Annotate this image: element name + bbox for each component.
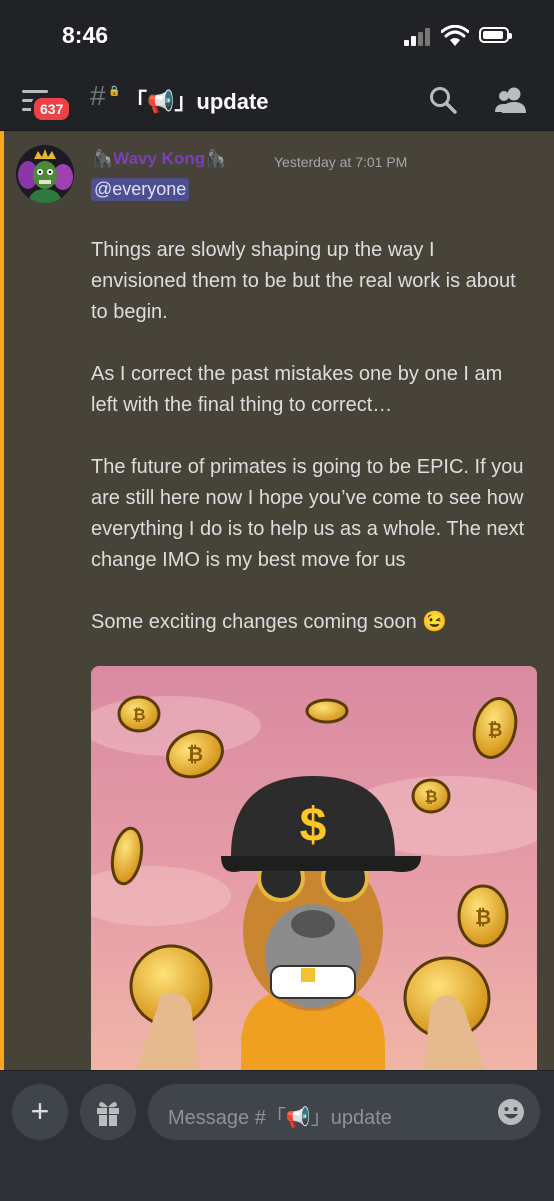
svg-text:₿: ₿	[187, 744, 203, 766]
paragraph: The future of primates is going to be EP…	[91, 456, 525, 571]
message-timestamp: Yesterday at 7:01 PM	[274, 154, 408, 170]
search-icon[interactable]	[428, 85, 458, 115]
gift-icon[interactable]	[80, 1084, 136, 1140]
paragraph: As I correct the past mistakes one by on…	[91, 363, 503, 416]
message-placeholder: Message #「📢」update	[168, 1107, 392, 1129]
cap-dollar-sign: $	[300, 799, 327, 852]
cellular-signal-icon	[404, 28, 434, 46]
paragraph: Some exciting changes coming soon 😉	[91, 611, 448, 633]
author-avatar[interactable]	[16, 145, 74, 203]
members-icon[interactable]	[494, 84, 528, 116]
svg-text:₿: ₿	[132, 706, 145, 724]
author-name[interactable]: 🦍Wavy Kong🦍	[92, 149, 226, 169]
paragraph: Things are slowly shaping up the way I e…	[91, 239, 516, 323]
everyone-mention[interactable]: @everyone	[91, 178, 190, 201]
svg-text:₿: ₿	[475, 907, 491, 929]
channel-title[interactable]: 「📢」update	[125, 84, 269, 116]
lock-icon: 🔒	[108, 86, 121, 97]
svg-text:₿: ₿	[488, 720, 503, 740]
message-body: Things are slowly shaping up the way I e…	[91, 235, 531, 669]
plus-icon[interactable]: +	[12, 1084, 68, 1140]
battery-icon	[479, 27, 512, 43]
unread-badge: 637	[31, 95, 73, 123]
status-bar: 8:46	[0, 0, 554, 70]
channel-header: 637 # 🔒 「📢」update	[0, 70, 554, 131]
message: 🦍Wavy Kong🦍 Yesterday at 7:01 PM @everyo…	[0, 131, 554, 1070]
image-attachment[interactable]: ₿ ₿ ₿ ₿ ₿ $	[91, 666, 537, 1070]
message-composer: + Message #「📢」update	[0, 1070, 554, 1201]
emoji-icon[interactable]	[496, 1097, 526, 1127]
svg-text:₿: ₿	[424, 788, 437, 806]
clock: 8:46	[62, 22, 109, 48]
mention-highlight-bar	[0, 131, 4, 1070]
hash-icon: #	[90, 80, 106, 111]
message-input[interactable]: Message #「📢」update	[148, 1084, 540, 1140]
wifi-icon	[441, 25, 469, 46]
